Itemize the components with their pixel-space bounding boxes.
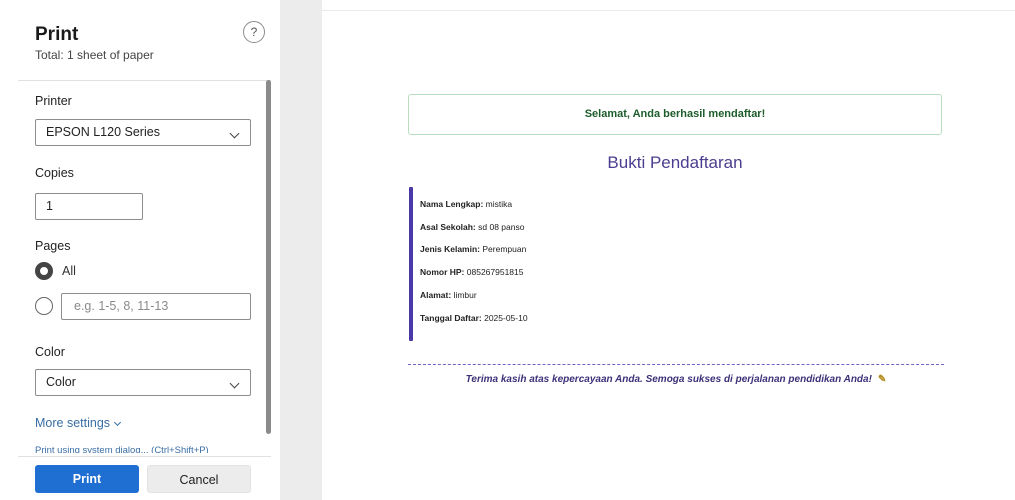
color-label: Color [35,345,65,359]
print-settings-panel: Print Total: 1 sheet of paper ? Printer … [0,0,280,500]
dashed-divider [408,364,944,365]
preview-page-edge [322,10,1015,11]
field-row: Nomor HP: 085267951815 [420,267,524,277]
more-settings-label: More settings [35,416,111,430]
chevron-down-icon [229,378,240,389]
field-label: Nama Lengkap: [420,199,484,209]
color-select-value: Color [46,375,76,389]
preview-gutter [280,0,322,500]
field-label: Tanggal Daftar: [420,313,482,323]
printer-select-value: EPSON L120 Series [46,125,160,139]
thank-you-text: Terima kasih atas kepercayaan Anda. Semo… [465,374,872,385]
field-row: Jenis Kelamin: Perempuan [420,244,526,254]
header-divider [18,80,271,81]
pages-range-radio[interactable] [35,297,53,315]
field-label: Asal Sekolah: [420,222,476,232]
system-dialog-link[interactable]: Print using system dialog... (Ctrl+Shift… [35,446,209,453]
pen-icon: ✎ [877,374,887,385]
field-label: Alamat: [420,290,452,300]
pages-label: Pages [35,239,71,253]
field-value: mistika [485,199,513,209]
copies-label: Copies [35,166,74,180]
field-row: Asal Sekolah: sd 08 panso [420,222,524,232]
field-label: Jenis Kelamin: [420,244,480,254]
field-row: Nama Lengkap: mistika [420,199,512,209]
printer-select[interactable]: EPSON L120 Series [35,119,251,146]
color-select[interactable]: Color [35,369,251,396]
print-button[interactable]: Print [35,465,139,493]
pages-range-input[interactable]: e.g. 1-5, 8, 11-13 [61,293,251,320]
info-accent-bar [409,187,413,341]
success-alert: Selamat, Anda berhasil mendaftar! [408,94,942,135]
panel-scrollbar[interactable] [266,80,271,434]
thank-you-message: Terima kasih atas kepercayaan Anda. Semo… [408,374,944,385]
cancel-button[interactable]: Cancel [147,465,251,493]
field-value: limbur [453,290,477,300]
pages-all-radio[interactable] [35,262,53,280]
field-value: 085267951815 [466,267,524,277]
field-row: Tanggal Daftar: 2025-05-10 [420,313,528,323]
pages-all-label: All [62,264,76,278]
field-value: Perempuan [482,244,527,254]
field-row: Alamat: limbur [420,290,477,300]
document-title: Bukti Pendaftaran [607,153,743,172]
help-icon[interactable]: ? [243,21,265,43]
chevron-down-icon [229,128,240,139]
field-value: sd 08 panso [478,222,525,232]
print-panel-title: Print [35,24,79,45]
more-settings-link[interactable]: More settings [35,416,122,430]
print-sheet-count: Total: 1 sheet of paper [35,48,154,62]
field-value: 2025-05-10 [484,313,528,323]
copies-input[interactable]: 1 [35,193,143,220]
printer-label: Printer [35,94,72,108]
field-label: Nomor HP: [420,267,465,277]
chevron-down-icon [113,418,122,427]
footer-divider [18,456,271,457]
